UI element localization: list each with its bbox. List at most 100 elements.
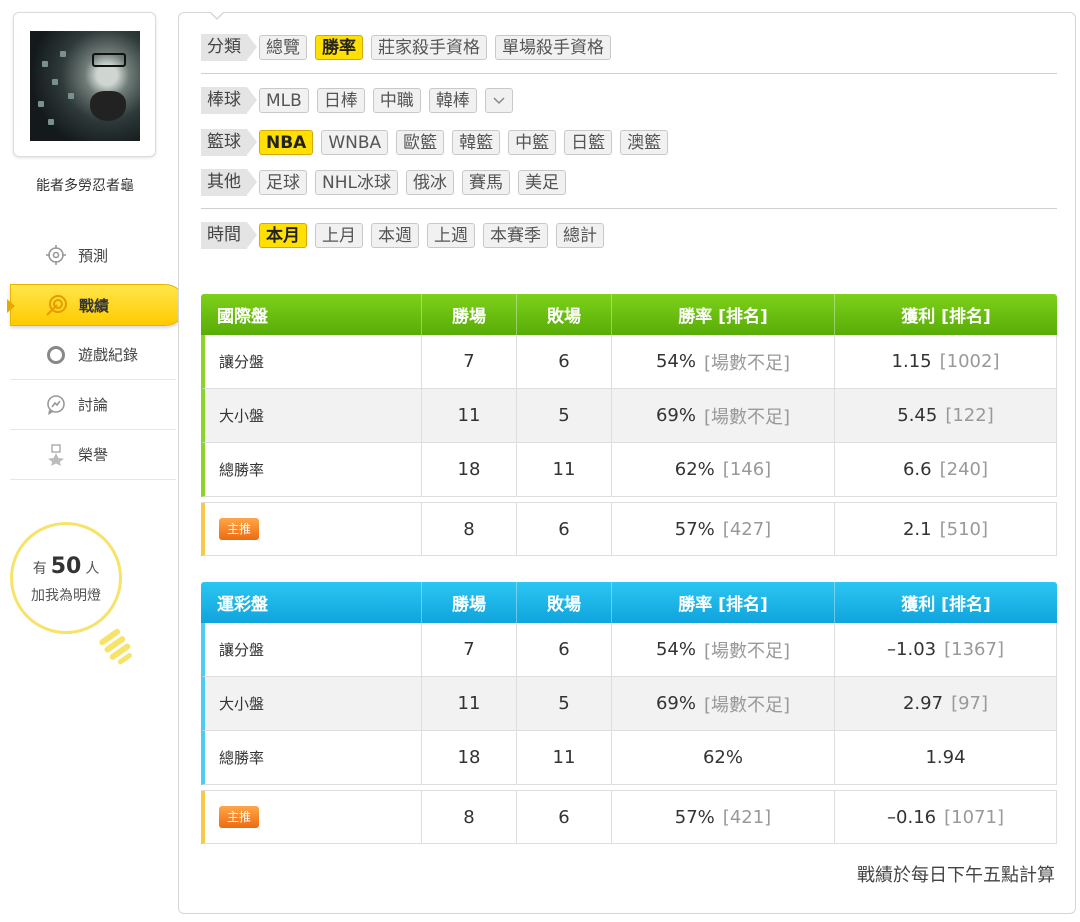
sidebar-item-game-log[interactable]: 遊戲紀錄 bbox=[10, 330, 176, 380]
table-international: 國際盤 勝場 敗場 勝率 [排名] 獲利 [排名] 讓分盤 7 6 54% [場數… bbox=[201, 294, 1057, 556]
chip-euro-basketball[interactable]: 歐籃 bbox=[396, 130, 445, 155]
cell-profit: 1.94 bbox=[835, 731, 1057, 785]
row-label: 總勝率 bbox=[201, 443, 422, 497]
avatar[interactable] bbox=[30, 31, 140, 141]
rate-value: 69% bbox=[655, 693, 696, 714]
chip-mlb[interactable]: MLB bbox=[259, 88, 309, 113]
chip-american-football[interactable]: 美足 bbox=[517, 170, 566, 195]
chip-wnba[interactable]: WNBA bbox=[321, 130, 389, 155]
chip-kbo[interactable]: 韓棒 bbox=[428, 88, 477, 113]
cell-losses: 11 bbox=[517, 731, 612, 785]
profit-value: 1.15 bbox=[891, 351, 932, 372]
fans-bulb[interactable]: 有 50 人 加我為明燈 bbox=[10, 522, 170, 682]
sidebar-item-record[interactable]: 戰績 bbox=[7, 284, 186, 326]
chip-china-basketball[interactable]: 中籃 bbox=[508, 130, 557, 155]
sidebar-menu: 預測 戰績 遊戲紀錄 討論 榮譽 bbox=[7, 230, 186, 480]
rate-rank: [場數不足] bbox=[703, 352, 791, 374]
col-winrate: 勝率 [排名] bbox=[612, 294, 835, 335]
fans-suffix: 人 bbox=[85, 561, 100, 577]
chip-this-season[interactable]: 本賽季 bbox=[483, 223, 548, 248]
cell-wins: 7 bbox=[422, 335, 517, 389]
cell-profit: 1.15 [1002] bbox=[835, 335, 1057, 389]
rate-rank: [421] bbox=[722, 806, 772, 828]
filter-label-baseball: 棒球 bbox=[201, 87, 257, 114]
cell-profit: 2.97 [97] bbox=[835, 677, 1057, 731]
row-label: 總勝率 bbox=[201, 731, 422, 785]
chip-australia-basketball[interactable]: 澳籃 bbox=[620, 130, 669, 155]
cell-winrate: 57% [421] bbox=[612, 791, 835, 844]
chip-cpbl[interactable]: 中職 bbox=[372, 88, 421, 113]
profit-value: –0.16 bbox=[887, 806, 937, 828]
cell-winrate: 54% [場數不足] bbox=[612, 335, 835, 389]
chip-single-killer[interactable]: 單場殺手資格 bbox=[495, 35, 611, 60]
rate-value: 57% bbox=[674, 806, 715, 828]
profit-value: 1.94 bbox=[925, 747, 966, 768]
table-row-featured: 主推 8 6 57% [427] 2.1 [510] bbox=[201, 502, 1057, 556]
rate-value: 62% bbox=[702, 747, 743, 768]
profit-value: 2.1 bbox=[902, 518, 932, 540]
col-profit: 獲利 [排名] bbox=[901, 307, 991, 327]
main-panel: 分類 總覽 勝率 莊家殺手資格 單場殺手資格 棒球 MLB 日棒 中職 韓棒 籃… bbox=[178, 11, 1076, 914]
bulb-icon bbox=[99, 628, 132, 665]
chip-this-week[interactable]: 本週 bbox=[371, 223, 419, 248]
chip-winrate[interactable]: 勝率 bbox=[315, 35, 363, 60]
calc-footnote: 戰績於每日下午五點計算 bbox=[857, 865, 1055, 886]
table-title: 國際盤 bbox=[201, 294, 422, 335]
table-row: 讓分盤 7 6 54% [場數不足] 1.15 [1002] bbox=[201, 335, 1057, 389]
rate-value: 54% bbox=[655, 639, 696, 660]
row-label: 主推 bbox=[201, 503, 422, 556]
profit-rank: [510] bbox=[939, 518, 989, 540]
cell-losses: 6 bbox=[517, 623, 612, 677]
rate-value: 69% bbox=[655, 405, 696, 426]
chevron-down-icon bbox=[493, 96, 505, 104]
filter-label-time: 時間 bbox=[201, 222, 257, 249]
chip-this-month[interactable]: 本月 bbox=[259, 223, 307, 248]
cell-wins: 18 bbox=[422, 731, 517, 785]
row-label: 大小盤 bbox=[201, 389, 422, 443]
crosshair-icon bbox=[42, 244, 70, 266]
baseball-more-dropdown[interactable] bbox=[484, 88, 513, 113]
chip-overview[interactable]: 總覽 bbox=[259, 35, 307, 60]
chip-last-month[interactable]: 上月 bbox=[315, 223, 363, 248]
chip-last-week[interactable]: 上週 bbox=[427, 223, 475, 248]
divider bbox=[201, 208, 1057, 209]
cell-wins: 18 bbox=[422, 443, 517, 497]
chip-nhl[interactable]: NHL冰球 bbox=[315, 170, 398, 195]
rate-value: 57% bbox=[674, 518, 715, 540]
sidebar-item-honors[interactable]: 榮譽 bbox=[10, 430, 176, 480]
cell-wins: 7 bbox=[422, 623, 517, 677]
rate-rank: [場數不足] bbox=[703, 694, 791, 716]
rate-value: 54% bbox=[655, 351, 696, 372]
cell-wins: 8 bbox=[422, 503, 517, 556]
table-row: 大小盤 11 5 69% [場數不足] 2.97 [97] bbox=[201, 677, 1057, 731]
chip-japan-basketball[interactable]: 日籃 bbox=[564, 130, 613, 155]
fans-prefix: 有 bbox=[32, 561, 47, 577]
table-header: 國際盤 勝場 敗場 勝率 [排名] 獲利 [排名] bbox=[201, 294, 1057, 335]
sidebar-item-discussion[interactable]: 討論 bbox=[10, 380, 176, 430]
table-title: 運彩盤 bbox=[201, 582, 422, 623]
medal-icon bbox=[42, 443, 70, 466]
chip-npb[interactable]: 日棒 bbox=[316, 88, 365, 113]
sidebar-item-label: 討論 bbox=[78, 396, 109, 414]
chip-khl[interactable]: 俄冰 bbox=[405, 170, 454, 195]
table-row: 總勝率 18 11 62% 1.94 bbox=[201, 731, 1057, 785]
row-label: 讓分盤 bbox=[201, 335, 422, 389]
col-losses: 敗場 bbox=[517, 582, 612, 623]
sidebar-item-predict[interactable]: 預測 bbox=[10, 230, 176, 280]
chip-nba[interactable]: NBA bbox=[259, 130, 314, 155]
panel-notch-inner bbox=[210, 11, 224, 18]
filter-row-baseball: 棒球 MLB 日棒 中職 韓棒 bbox=[201, 87, 521, 114]
chip-total[interactable]: 總計 bbox=[556, 223, 604, 248]
chat-icon bbox=[42, 394, 70, 416]
chip-korea-basketball[interactable]: 韓籃 bbox=[452, 130, 501, 155]
cell-winrate: 69% [場數不足] bbox=[612, 677, 835, 731]
filter-row-time: 時間 本月 上月 本週 上週 本賽季 總計 bbox=[201, 222, 612, 249]
chip-bookie-killer[interactable]: 莊家殺手資格 bbox=[371, 35, 487, 60]
sidebar: 能者多勞忍者龜 預測 戰績 遊戲紀錄 討論 榮譽 有 50 人 加我為明燈 bbox=[0, 0, 190, 922]
cell-winrate: 54% [場數不足] bbox=[612, 623, 835, 677]
chip-soccer[interactable]: 足球 bbox=[259, 170, 307, 195]
chip-horse-racing[interactable]: 賽馬 bbox=[461, 170, 510, 195]
cell-losses: 6 bbox=[517, 503, 612, 556]
featured-badge: 主推 bbox=[219, 806, 259, 828]
sidebar-item-label: 戰績 bbox=[79, 296, 110, 315]
